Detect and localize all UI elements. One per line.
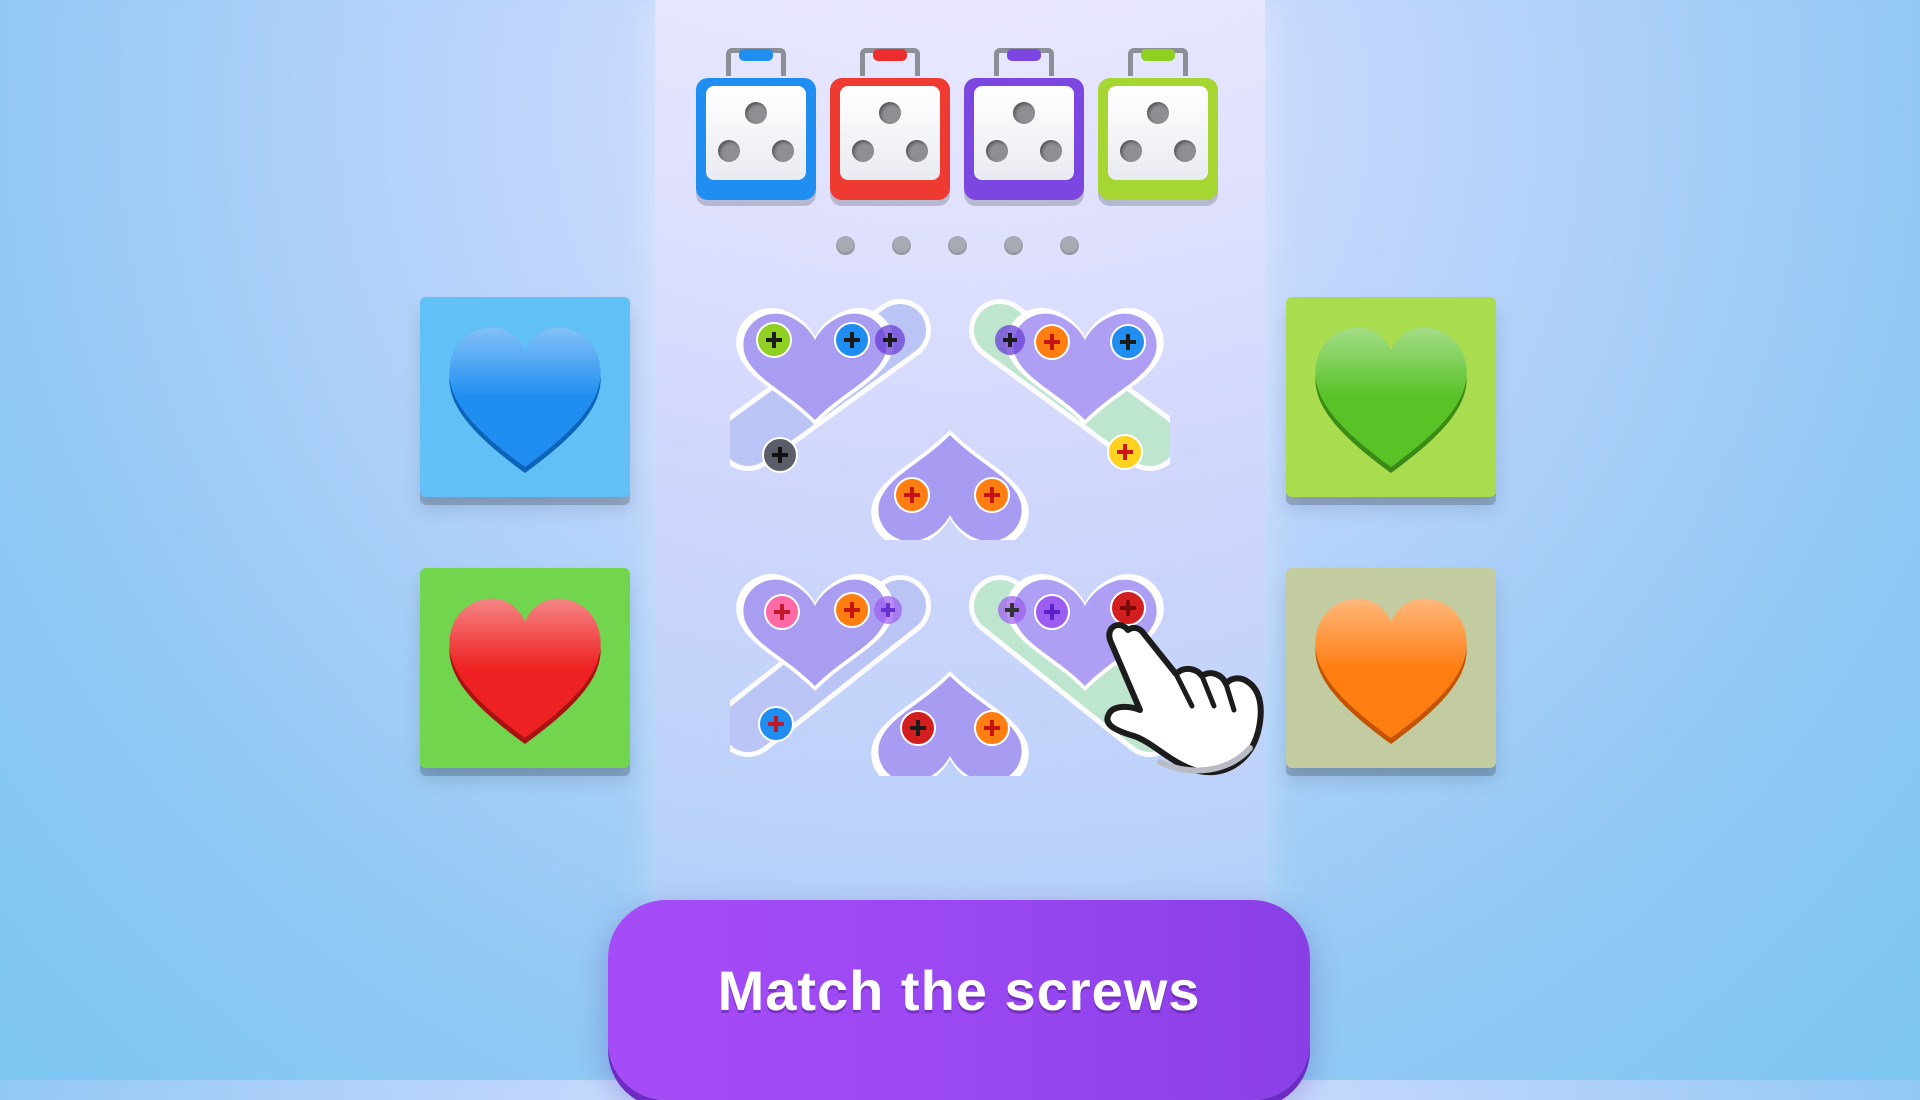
box-hole — [1120, 140, 1142, 162]
box-hole — [879, 102, 901, 124]
red-heart-icon — [449, 598, 601, 744]
box-hole — [1147, 102, 1169, 124]
screw-blue[interactable] — [758, 706, 794, 742]
green-heart-tile[interactable] — [1286, 297, 1496, 497]
lime-screw-box[interactable] — [1098, 48, 1218, 204]
screw-orange[interactable] — [1034, 324, 1070, 360]
box-hole — [772, 140, 794, 162]
screw-gray[interactable] — [762, 437, 798, 473]
box-hole — [1174, 140, 1196, 162]
red-screw-box[interactable] — [830, 48, 950, 204]
match-the-screws-label: Match the screws — [717, 959, 1201, 1022]
box-hole — [718, 140, 740, 162]
heart-plate-cluster-top[interactable] — [730, 290, 1170, 540]
orange-heart-icon — [1315, 598, 1467, 744]
screw-orange[interactable] — [974, 477, 1010, 513]
screw-blue[interactable] — [834, 322, 870, 358]
box-hole — [745, 102, 767, 124]
empty-slot — [948, 236, 967, 255]
screw-blue[interactable] — [1110, 324, 1146, 360]
screw-red[interactable] — [900, 710, 936, 746]
box-hole — [986, 140, 1008, 162]
box-hole — [852, 140, 874, 162]
box-hole — [1040, 140, 1062, 162]
empty-slot — [836, 236, 855, 255]
hand-pointer-icon — [1104, 622, 1264, 775]
screw-yellow[interactable] — [1107, 434, 1143, 470]
screw-violet[interactable] — [874, 596, 902, 624]
screw-violet[interactable] — [1034, 594, 1070, 630]
match-the-screws-button[interactable]: Match the screws — [608, 900, 1310, 1100]
empty-screw-slots — [836, 236, 1079, 255]
red-heart-tile[interactable] — [420, 568, 630, 768]
screw-orange[interactable] — [974, 710, 1010, 746]
screw-pink[interactable] — [764, 594, 800, 630]
blue-heart-icon — [449, 327, 601, 473]
box-hole — [906, 140, 928, 162]
screw-orange[interactable] — [894, 477, 930, 513]
blue-heart-tile[interactable] — [420, 297, 630, 497]
screw-box-row — [696, 48, 1218, 204]
screw-orange[interactable] — [834, 592, 870, 628]
orange-heart-tile[interactable] — [1286, 568, 1496, 768]
screw-lime[interactable] — [756, 322, 792, 358]
green-heart-icon — [1315, 327, 1467, 473]
box-hole — [1013, 102, 1035, 124]
purple-screw-box[interactable] — [964, 48, 1084, 204]
blue-screw-box[interactable] — [696, 48, 816, 204]
screw-violet[interactable] — [998, 596, 1026, 624]
empty-slot — [1004, 236, 1023, 255]
screw-purple[interactable] — [875, 325, 905, 355]
screw-purple[interactable] — [995, 325, 1025, 355]
empty-slot — [892, 236, 911, 255]
empty-slot — [1060, 236, 1079, 255]
